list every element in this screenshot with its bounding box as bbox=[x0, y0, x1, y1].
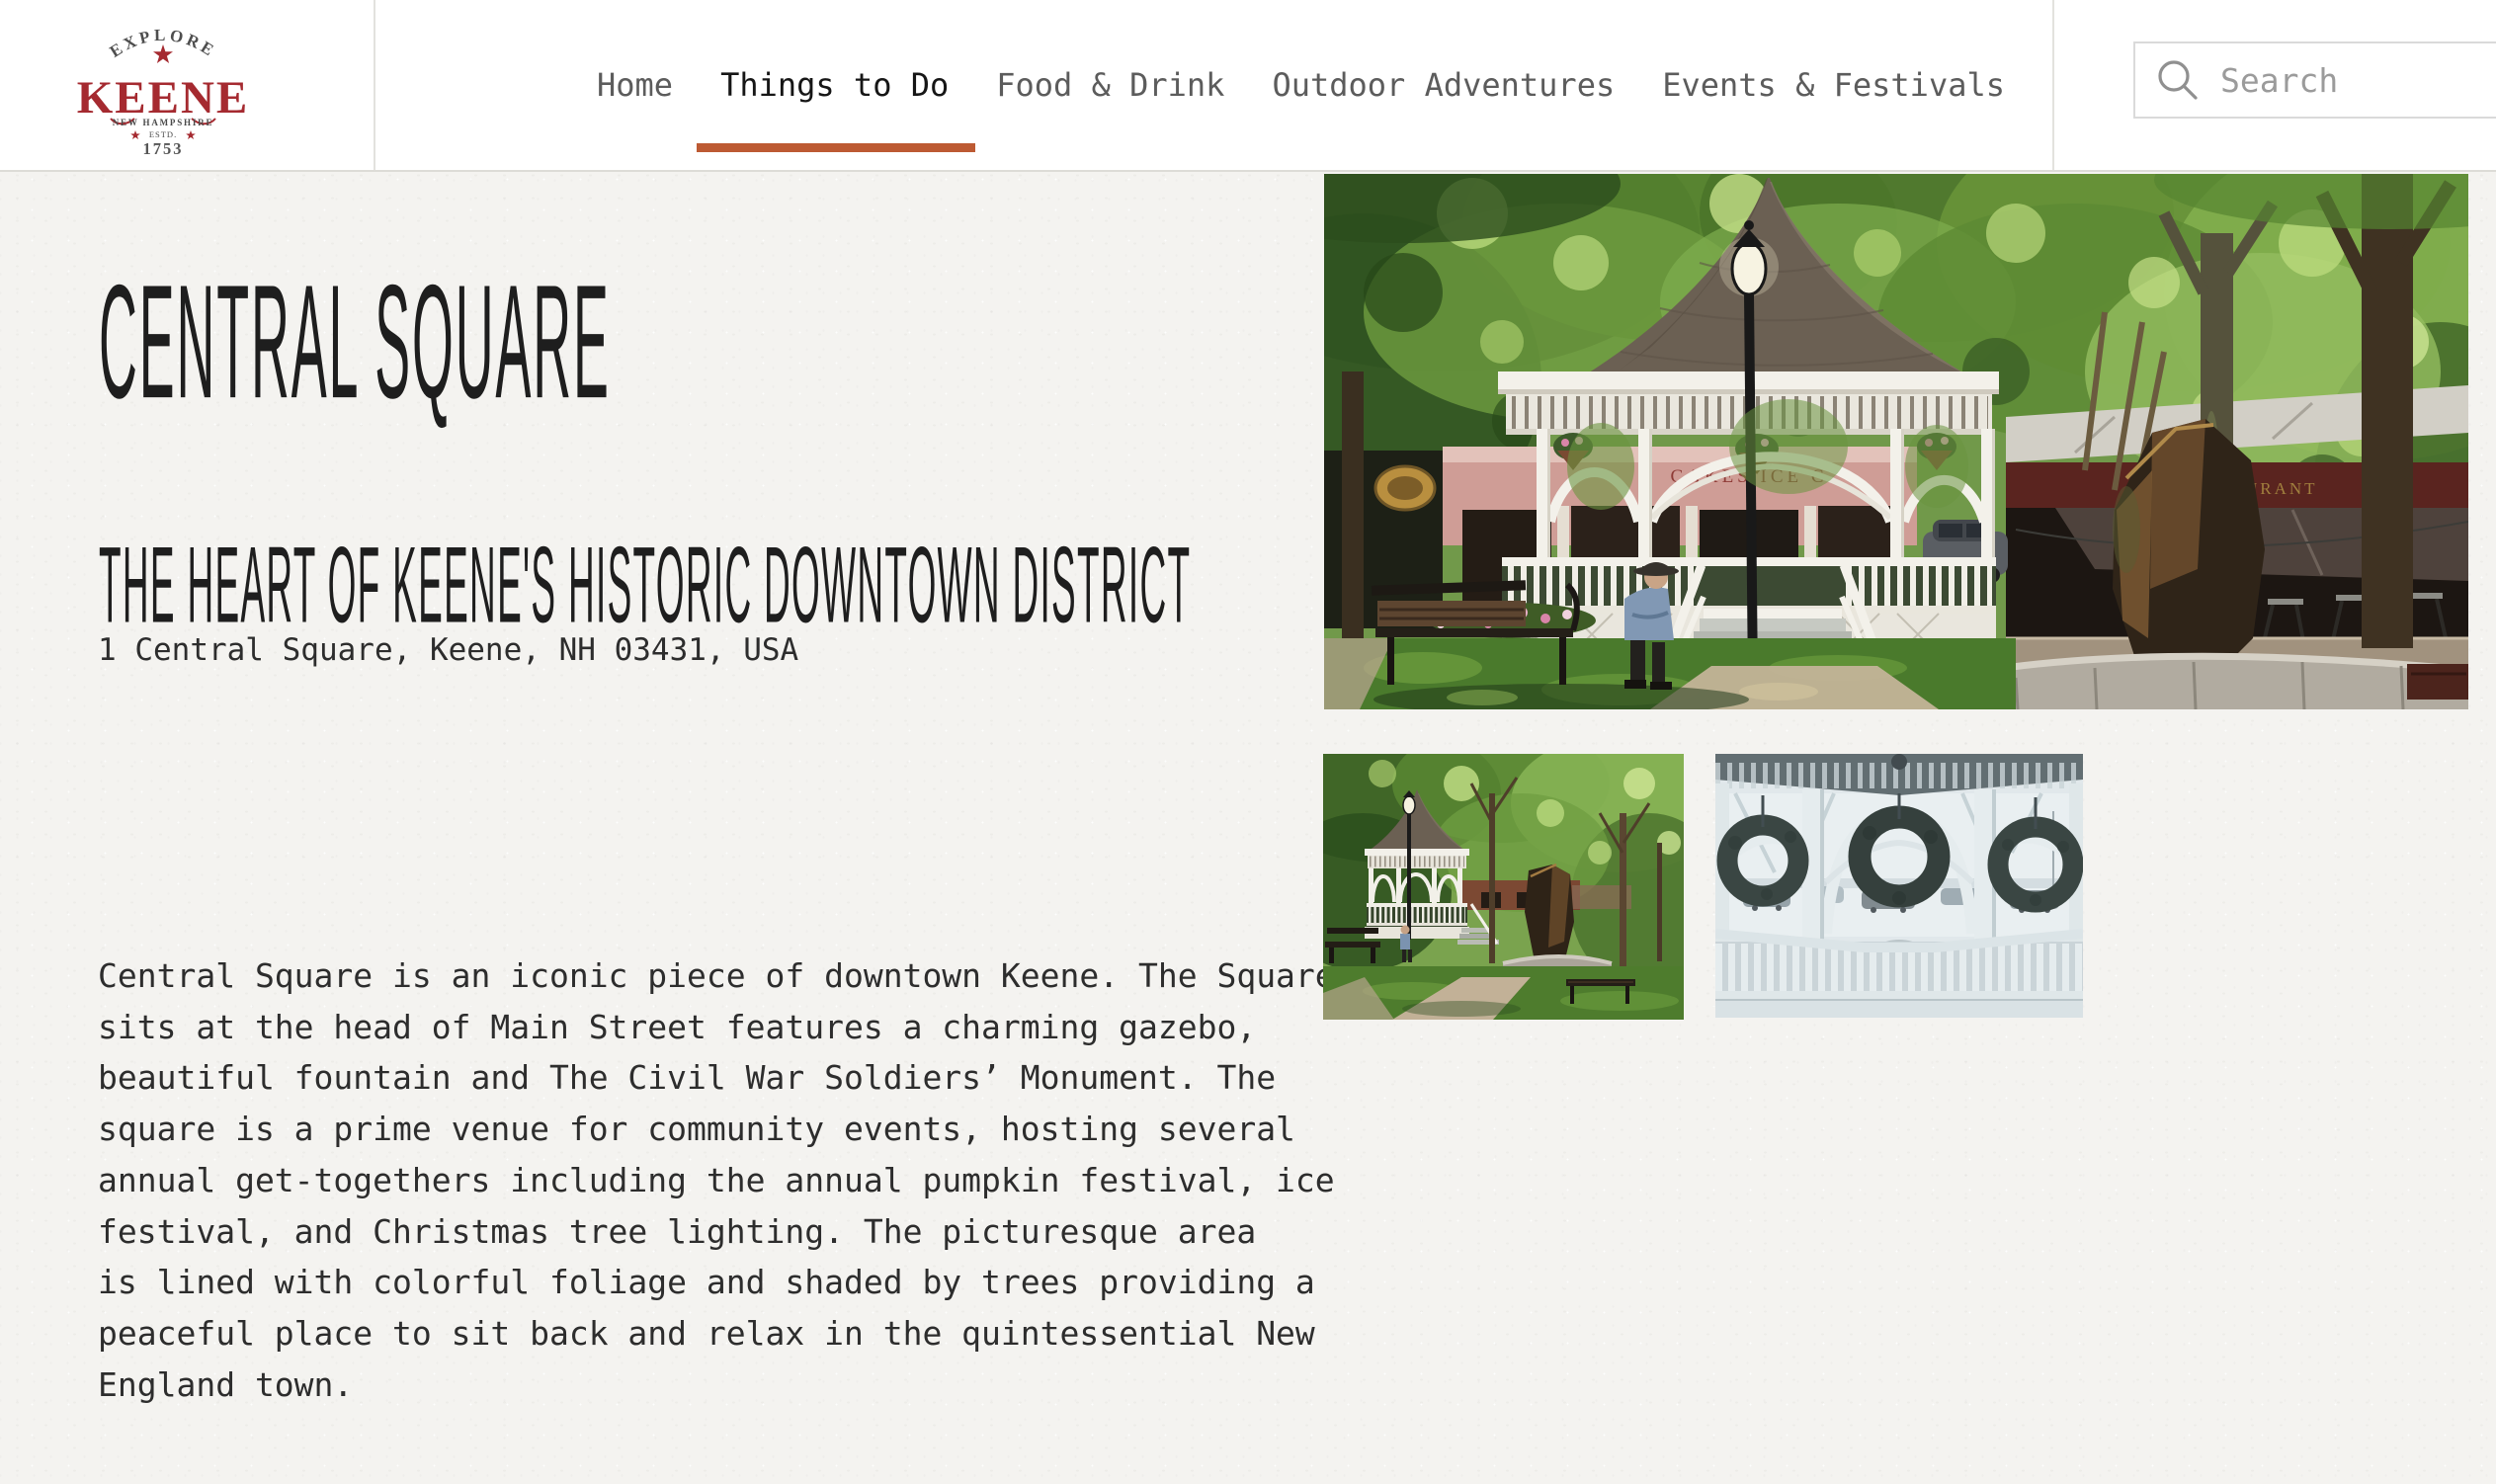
nav-item-things-to-do[interactable]: Things to Do bbox=[720, 0, 949, 170]
logo-year-text: 1753 bbox=[143, 139, 184, 158]
gazebo-wreaths-thumb-photo[interactable] bbox=[1715, 754, 2083, 1018]
logo-keene-text: KEENE bbox=[77, 72, 249, 124]
search-input[interactable] bbox=[2218, 60, 2469, 101]
description-text: Central Square is an iconic piece of dow… bbox=[98, 950, 1373, 1410]
main-nav: Home Things to Do Food & Drink Outdoor A… bbox=[597, 0, 2005, 170]
logo-estd-text: ESTD. bbox=[149, 129, 177, 139]
header-divider-right bbox=[2052, 0, 2054, 170]
nav-item-events-festivals[interactable]: Events & Festivals bbox=[1662, 0, 2005, 170]
address-text: 1 Central Square, Keene, NH 03431, USA bbox=[98, 632, 798, 668]
gazebo-thumb-photo[interactable] bbox=[1323, 754, 1684, 1020]
page-subtitle: THE HEART OF KEENE'S HISTORIC DOWNTOWN D… bbox=[99, 522, 1191, 647]
logo-state-text: NEW HAMPSHIRE bbox=[113, 118, 214, 127]
explore-keene-logo[interactable]: EXPLORE KEENE NEW HAMPSHIRE ESTD. 1753 bbox=[77, 8, 249, 158]
search-icon bbox=[2155, 57, 2201, 103]
nav-item-home[interactable]: Home bbox=[597, 0, 673, 170]
page-title: CENTRAL SQUARE bbox=[99, 249, 611, 436]
logo-star-icon bbox=[153, 44, 173, 63]
explore-keene-page: { "header": { "logo": { "explore": "EXPL… bbox=[0, 0, 2496, 1484]
gazebo-main-photo[interactable]: CAKES ICE C RESTAURANT bbox=[1324, 174, 2468, 709]
nav-item-outdoor-adventures[interactable]: Outdoor Adventures bbox=[1272, 0, 1615, 170]
site-header: EXPLORE KEENE NEW HAMPSHIRE ESTD. 1753 H… bbox=[0, 0, 2496, 172]
nav-item-food-drink[interactable]: Food & Drink bbox=[996, 0, 1224, 170]
header-divider-left bbox=[374, 0, 375, 170]
search-box[interactable] bbox=[2133, 41, 2496, 119]
